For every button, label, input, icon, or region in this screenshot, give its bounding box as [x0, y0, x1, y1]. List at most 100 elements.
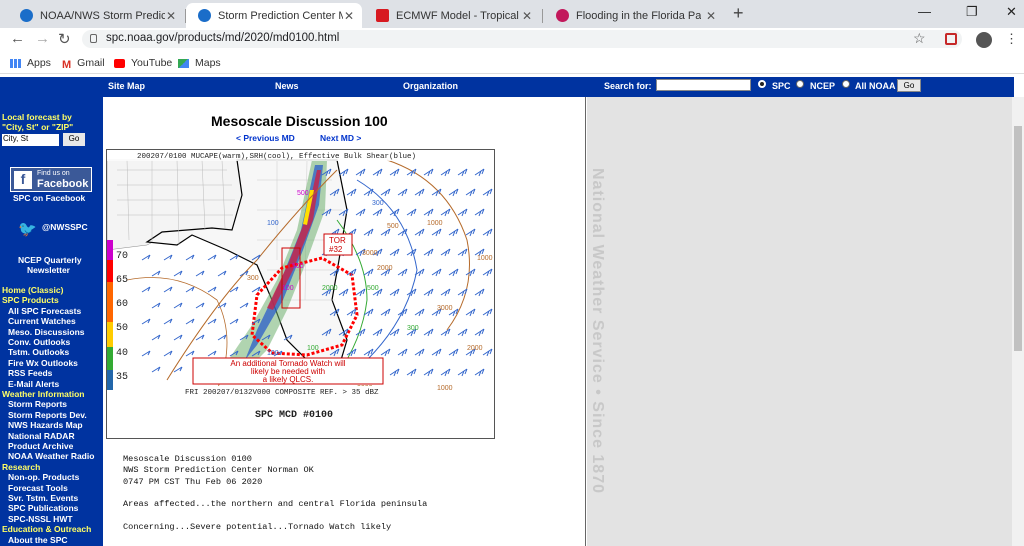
sidebar: Local forecast by "City, St" or "ZIP" Ci… [0, 97, 103, 546]
sidebar-link[interactable]: About the SPC [8, 535, 68, 545]
next-md-link[interactable]: Next MD > [320, 133, 361, 143]
address-bar[interactable]: spc.noaa.gov/products/md/2020/md0100.htm… [82, 30, 962, 48]
newsletter-link[interactable]: NCEP Quarterly [18, 255, 82, 265]
youtube-icon [114, 58, 125, 68]
contour-label: 500 [387, 223, 399, 230]
close-icon[interactable]: ✕ [344, 9, 354, 23]
close-icon[interactable]: ✕ [706, 9, 716, 23]
contour-label: 1000 [477, 255, 493, 262]
bookmark-label: Maps [195, 57, 221, 69]
reload-button[interactable]: ↻ [58, 30, 71, 48]
sidebar-link[interactable]: All SPC Forecasts [8, 306, 81, 316]
close-icon[interactable]: ✕ [166, 9, 176, 23]
tab-title: NOAA/NWS Storm Prediction Ce [40, 9, 165, 22]
previous-md-link[interactable]: < Previous MD [236, 133, 295, 143]
contour-label: 2000 [377, 265, 393, 272]
radio-ncep[interactable] [796, 80, 804, 88]
contour-label: 2000 [322, 285, 338, 292]
search-go-button[interactable]: Go [897, 79, 921, 92]
scale-label: 35 [116, 372, 128, 383]
sidebar-link[interactable]: NOAA Weather Radio [8, 451, 94, 461]
bookmark-label: YouTube [131, 57, 173, 69]
sidebar-link[interactable]: National RADAR [8, 431, 75, 441]
bookmark-maps[interactable]: Maps [178, 57, 221, 69]
url-text: spc.noaa.gov/products/md/2020/md0100.htm… [106, 32, 340, 44]
sidebar-link[interactable]: Storm Reports Dev. [8, 410, 87, 420]
discussion-line: NWS Storm Prediction Center Norman OK [123, 465, 314, 476]
radio-all-noaa[interactable] [842, 80, 850, 88]
sidebar-link[interactable]: Conv. Outlooks [8, 337, 70, 347]
sidebar-link[interactable]: NWS Hazards Map [8, 420, 83, 430]
twitter-link[interactable]: @NWSSPC [42, 222, 88, 232]
tab-mesoscale[interactable]: Storm Prediction Center Mesosc ✕ [186, 3, 362, 28]
map-footer: FRI 200207/0132V000 COMPOSITE REF. > 35 … [185, 389, 379, 397]
search-input[interactable] [656, 79, 751, 91]
contour-label: 300 [372, 200, 384, 207]
sidebar-link[interactable]: E-Mail Alerts [8, 379, 59, 389]
sidebar-link[interactable]: Research [2, 462, 40, 472]
menu-icon[interactable]: ⋮ [1005, 31, 1018, 47]
sidebar-link[interactable]: Svr. Tstm. Events [8, 493, 78, 503]
search-label: Search for: [604, 81, 652, 91]
sidebar-link[interactable]: Fire Wx Outlooks [8, 358, 78, 368]
sidebar-link[interactable]: SPC Products [2, 295, 59, 305]
sidebar-link[interactable]: Storm Reports [8, 399, 67, 409]
discussion-line [123, 510, 427, 521]
local-forecast-input[interactable]: City, St [2, 134, 59, 146]
sidebar-link[interactable]: SPC-NSSL HWT [8, 514, 73, 524]
contour-label: 2000 [467, 345, 483, 352]
fb-line2: Facebook [37, 178, 89, 190]
contour-label: 500 [297, 190, 309, 197]
organization-link[interactable]: Organization [403, 81, 458, 91]
facebook-badge[interactable]: f Find us on Facebook [10, 167, 92, 192]
sidebar-link[interactable]: Forecast Tools [8, 483, 68, 493]
back-button[interactable]: ← [10, 30, 25, 47]
avatar[interactable] [976, 32, 992, 48]
sidebar-link[interactable]: Home (Classic) [2, 285, 63, 295]
contour-label: 100 [307, 345, 319, 352]
tab-title: ECMWF Model - Tropical Tidbits [396, 9, 521, 22]
bookmark-star-icon[interactable]: ☆ [913, 30, 926, 47]
extension-icon[interactable] [945, 33, 957, 45]
bookmark-youtube[interactable]: YouTube [114, 57, 172, 69]
bookmark-apps[interactable]: Apps [10, 57, 51, 69]
news-link[interactable]: News [275, 81, 299, 91]
sidebar-link[interactable]: RSS Feeds [8, 368, 52, 378]
sidebar-link[interactable]: Non-op. Products [8, 472, 79, 482]
bookmark-label: Apps [27, 57, 51, 69]
new-tab-button[interactable]: + [733, 3, 744, 24]
tab-title: Flooding in the Florida Panhandl [576, 9, 701, 22]
discussion-text: Mesoscale Discussion 0100 NWS Storm Predi… [123, 454, 427, 533]
discussion-line: 0747 PM CST Thu Feb 06 2020 [123, 476, 263, 487]
scrollbar-thumb[interactable] [1014, 126, 1022, 351]
sidebar-link[interactable]: SPC Publications [8, 503, 78, 513]
tab-spc-home[interactable]: NOAA/NWS Storm Prediction Ce ✕ [8, 3, 184, 28]
sidebar-link[interactable]: Product Archive [8, 441, 73, 451]
close-window-button[interactable]: ✕ [1006, 4, 1017, 20]
tab-ecmwf[interactable]: ECMWF Model - Tropical Tidbits ✕ [364, 3, 540, 28]
forward-button[interactable]: → [35, 30, 50, 47]
tab-flooding[interactable]: Flooding in the Florida Panhandl ✕ [544, 3, 724, 28]
local-go-button[interactable]: Go [63, 133, 85, 146]
sidebar-link[interactable]: Education & Outreach [2, 524, 91, 534]
contour-label: 100 [282, 285, 294, 292]
site-map-link[interactable]: Site Map [108, 81, 145, 91]
sidebar-link[interactable]: Weather Information [2, 389, 85, 399]
lock-icon[interactable] [90, 34, 97, 43]
contour-label: 100 [267, 350, 279, 357]
scale-label: 60 [116, 299, 128, 310]
close-icon[interactable]: ✕ [522, 9, 532, 23]
bookmark-gmail[interactable]: M Gmail [62, 57, 105, 71]
mesoscale-map: 70 65 60 50 40 35 500 300 100 500 1000 3000 20… [106, 149, 495, 439]
main-content: Mesoscale Discussion 100 < Previous MD N… [103, 97, 586, 546]
sidebar-link[interactable]: Meso. Discussions [8, 327, 85, 337]
radio-spc[interactable] [758, 80, 766, 88]
spc-facebook-link[interactable]: SPC on Facebook [13, 193, 85, 203]
minimize-button[interactable]: — [918, 4, 931, 19]
newsletter-link-2[interactable]: Newsletter [27, 265, 70, 275]
sidebar-link[interactable]: Tstm. Outlooks [8, 347, 69, 357]
local-forecast-label: Local forecast by [2, 112, 72, 122]
scale-label: 40 [116, 348, 128, 359]
sidebar-link[interactable]: Current Watches [8, 316, 76, 326]
restore-button[interactable]: ❐ [966, 4, 978, 20]
